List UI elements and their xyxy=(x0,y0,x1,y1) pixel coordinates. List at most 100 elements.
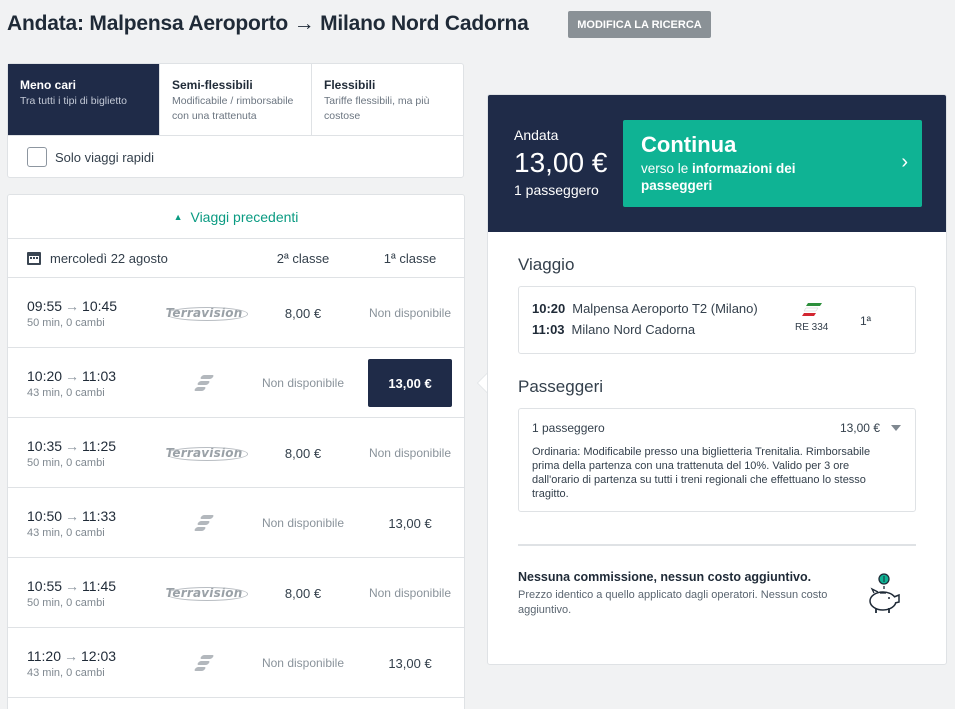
continue-title: Continua xyxy=(641,132,737,157)
trenitalia-logo xyxy=(193,512,215,534)
trip-duration: 50 min, 0 cambi xyxy=(27,457,105,469)
trip-row[interactable]: 10:55 → 11:45 50 min, 0 cambi Terravision … xyxy=(8,558,464,628)
price-label: 8,00 € xyxy=(284,305,322,321)
continue-button[interactable]: Continua verso le informazioni dei passe… xyxy=(623,120,922,207)
calendar-icon xyxy=(27,252,41,265)
tab-subtitle: Tra tutti i tipi di biglietto xyxy=(20,95,127,107)
price-label: 13,00 € xyxy=(388,655,432,671)
tab-title: Semi-flessibili xyxy=(172,78,253,92)
trip-row[interactable]: 10:20 → 11:03 43 min, 0 cambi Non disponib… xyxy=(8,348,464,418)
train-number: RE 334 xyxy=(795,322,829,333)
arrow-right-icon: → xyxy=(65,438,80,454)
arrival-time: 12:03 xyxy=(81,648,117,664)
list-header: mercoledì 22 agosto 2ª classe 1ª classe xyxy=(8,239,464,278)
tab-title: Flessibili xyxy=(324,78,376,92)
trip-card: 10:20 Malpensa Aeroporto T2 (Milano) 11:0… xyxy=(518,286,916,354)
terravision-logo: Terravision xyxy=(165,586,249,601)
arrow-right-icon: → xyxy=(65,578,80,594)
first-class-price[interactable]: 13,00 € xyxy=(360,628,460,698)
price-label: Non disponibile xyxy=(368,306,452,320)
operator: Terravision xyxy=(165,438,249,468)
second-class-price: Non disponibile xyxy=(253,348,353,418)
trip-duration: 43 min, 0 cambi xyxy=(27,667,105,679)
trip-duration: 43 min, 0 cambi xyxy=(27,387,105,399)
fare-conditions: Ordinaria: Modificabile presso una bigli… xyxy=(532,446,871,500)
price-label: 13,00 € xyxy=(388,515,432,531)
trip-departure: 10:20 Malpensa Aeroporto T2 (Milano) xyxy=(532,301,758,316)
fast-only-label: Solo viaggi rapidi xyxy=(55,149,155,165)
tab-semi-flessibili[interactable]: Semi-flessibili Modificabile / rimborsab… xyxy=(160,64,312,135)
trip-dep-time: 10:20 xyxy=(532,301,566,316)
second-class-price[interactable]: 8,00 € xyxy=(253,278,353,348)
trip-row[interactable]: 11:20 → 12:03 43 min, 0 cambi Non disponib… xyxy=(8,628,464,698)
summary-label: Andata xyxy=(514,127,559,143)
terravision-logo: Terravision xyxy=(165,446,249,461)
departure-time: 10:55 xyxy=(27,578,63,594)
departure-time: 11:20 xyxy=(27,648,61,664)
piggy-bank-icon xyxy=(869,573,900,613)
arrival-time: 11:25 xyxy=(82,438,117,454)
no-fee-text: Prezzo identico a quello applicato dagli… xyxy=(518,589,828,616)
departure-time: 10:35 xyxy=(27,438,63,454)
trenitalia-logo xyxy=(193,372,215,394)
list-date: mercoledì 22 agosto xyxy=(50,250,168,266)
trip-row[interactable]: 10:35 → 11:25 50 min, 0 cambi Terravision … xyxy=(8,418,464,488)
booking-summary: Andata 13,00 € 1 passeggero Continua ver… xyxy=(487,94,947,665)
fast-only-checkbox[interactable] xyxy=(27,147,47,167)
passenger-price: 13,00 € xyxy=(839,421,880,435)
first-class-price: Non disponibile xyxy=(360,278,460,348)
trip-row[interactable]: 10:50 → 11:33 43 min, 0 cambi Non disponib… xyxy=(8,488,464,558)
summary-price: 13,00 € xyxy=(514,147,608,178)
price-label: 8,00 € xyxy=(284,585,322,601)
price-label: 13,00 € xyxy=(368,359,452,407)
first-class-header: 1ª classe xyxy=(383,250,437,266)
fare-tabs: Meno cari Tra tutti i tipi di biglietto … xyxy=(8,64,463,136)
operator xyxy=(166,508,242,538)
first-class-price: Non disponibile xyxy=(360,418,460,488)
second-class-price[interactable]: 8,00 € xyxy=(253,418,353,488)
operator xyxy=(166,368,242,398)
operator: Terravision xyxy=(165,578,249,608)
arrow-right-icon: → xyxy=(65,508,80,524)
divider xyxy=(518,544,916,546)
second-class-price[interactable]: 8,00 € xyxy=(253,558,353,628)
fast-only-filter[interactable]: Solo viaggi rapidi xyxy=(8,136,463,178)
trip-times: 10:50 → 11:33 xyxy=(27,508,116,524)
chevron-right-icon: › xyxy=(901,151,908,173)
page-header: Andata: Malpensa Aeroporto → Milano Nord… xyxy=(7,10,529,38)
second-class-price: Non disponibile xyxy=(253,628,353,698)
trip-section-title: Viaggio xyxy=(518,255,575,274)
tab-meno-cari[interactable]: Meno cari Tra tutti i tipi di biglietto xyxy=(8,64,160,135)
trip-times: 10:35 → 11:25 xyxy=(27,438,116,454)
passenger-card[interactable]: 1 passeggero 13,00 € Ordinaria: Modifica… xyxy=(518,408,916,512)
trip-dep-station: Malpensa Aeroporto T2 (Milano) xyxy=(572,301,758,316)
trip-times: 11:20 → 12:03 xyxy=(27,648,116,664)
price-label: Non disponibile xyxy=(368,586,452,600)
no-fee-title: Nessuna commissione, nessun costo aggiun… xyxy=(518,570,812,584)
trenitalia-logo xyxy=(193,652,215,674)
tab-flessibili[interactable]: Flessibili Tariffe flessibili, ma più co… xyxy=(312,64,463,135)
modify-search-button[interactable]: MODIFICA LA RICERCA xyxy=(568,11,711,38)
trip-arrival: 11:03 Milano Nord Cadorna xyxy=(532,322,695,337)
trenitalia-logo xyxy=(802,303,822,316)
second-class-price: Non disponibile xyxy=(253,488,353,558)
page-title: Andata: Malpensa Aeroporto → Milano Nord… xyxy=(7,12,529,35)
previous-trips-label: Viaggi precedenti xyxy=(190,208,299,225)
first-class-price[interactable]: 13,00 € xyxy=(360,348,460,418)
trip-duration: 43 min, 0 cambi xyxy=(27,527,105,539)
tab-title: Meno cari xyxy=(20,78,77,92)
arrow-right-icon: → xyxy=(64,648,78,664)
previous-trips-button[interactable]: ▲ Viaggi precedenti xyxy=(8,195,464,239)
price-label: Non disponibile xyxy=(368,446,452,460)
trip-class: 1ª xyxy=(860,314,872,328)
terravision-logo: Terravision xyxy=(165,306,249,321)
departure-time: 10:50 xyxy=(27,508,63,524)
trip-row[interactable]: 09:55 → 10:45 50 min, 0 cambi Terravision … xyxy=(8,278,464,348)
caret-down-icon[interactable] xyxy=(891,425,901,431)
trip-rows: 09:55 → 10:45 50 min, 0 cambi Terravision … xyxy=(8,278,464,698)
first-class-price[interactable]: 13,00 € xyxy=(360,488,460,558)
arrival-time: 11:33 xyxy=(82,508,117,524)
price-label: Non disponibile xyxy=(261,376,345,390)
trip-times: 09:55 → 10:45 xyxy=(27,298,117,314)
departure-time: 10:20 xyxy=(27,368,63,384)
